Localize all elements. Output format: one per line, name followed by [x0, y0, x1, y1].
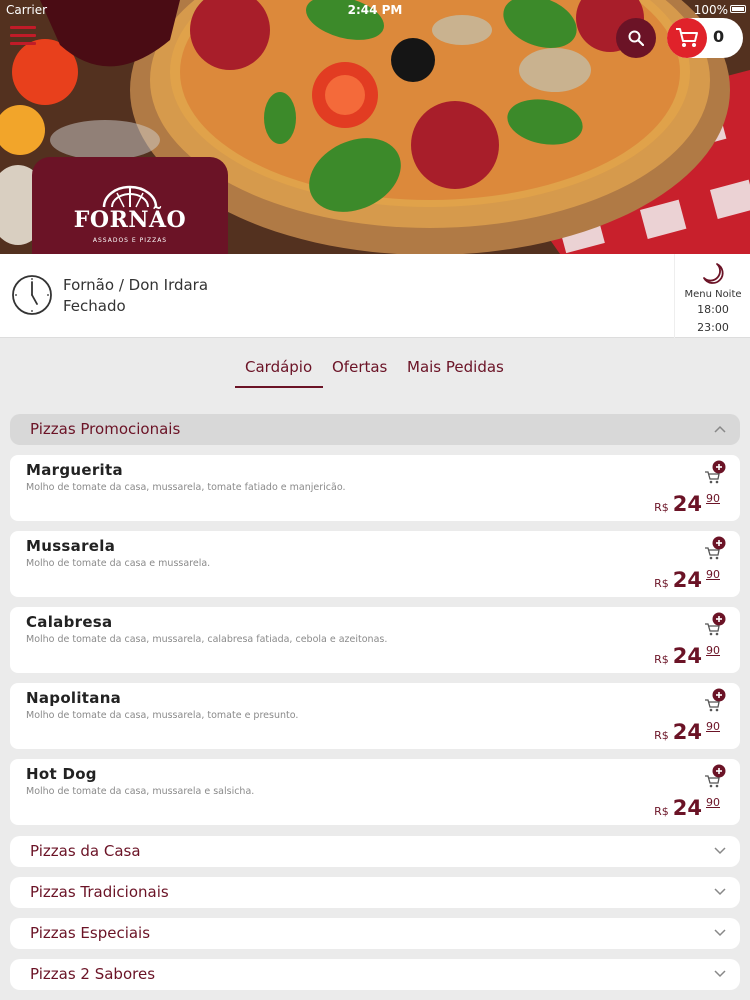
menu-label: Menu Noite — [684, 289, 742, 300]
category-pizzas-promocionais[interactable]: Pizzas Promocionais — [10, 414, 740, 445]
add-to-cart-icon[interactable] — [704, 764, 726, 788]
tab-mais-pedidas[interactable]: Mais Pedidas — [407, 358, 504, 376]
price-cents: 90 — [706, 492, 720, 505]
moon-icon — [703, 263, 724, 284]
product-price: R$ 24 90 — [654, 644, 720, 668]
price-integer: 24 — [672, 796, 702, 820]
category-label: Pizzas 2 Sabores — [30, 965, 156, 983]
add-to-cart-icon[interactable] — [704, 536, 726, 560]
product-description: Molho de tomate da casa, mussarela, toma… — [26, 482, 346, 493]
store-info-bar: Fornão / Don Irdara Fechado Menu Noite 1… — [0, 254, 750, 338]
product-card[interactable]: Napolitana Molho de tomate da casa, muss… — [10, 683, 740, 749]
category-label: Pizzas Tradicionais — [30, 883, 169, 901]
product-description: Molho de tomate da casa, mussarela e sal… — [26, 786, 255, 797]
category-pizzas-2-sabores[interactable]: Pizzas 2 Sabores — [10, 959, 740, 990]
category-label: Pizzas Especiais — [30, 924, 151, 942]
product-name: Calabresa — [26, 613, 113, 631]
price-integer: 24 — [672, 720, 702, 744]
clock-time: 2:44 PM — [347, 3, 403, 17]
search-icon — [628, 30, 644, 46]
chevron-down-icon — [714, 929, 726, 937]
store-status: Fechado — [63, 297, 126, 315]
product-name: Marguerita — [26, 461, 123, 479]
open-time: 18:00 — [697, 303, 729, 316]
cart-icon — [676, 28, 698, 47]
pizza-slice-icon — [102, 185, 158, 208]
add-to-cart-icon[interactable] — [704, 460, 726, 484]
price-cents: 90 — [706, 568, 720, 581]
add-to-cart-icon[interactable] — [704, 688, 726, 712]
status-bar: Carrier 2:44 PM 100% — [0, 0, 750, 20]
logo-name: FORNÃO — [73, 207, 187, 233]
hero-banner: Carrier 2:44 PM 100% 0 FORNÃO ASSADOS E … — [0, 0, 750, 254]
brand-logo: FORNÃO ASSADOS E PIZZAS — [32, 157, 228, 254]
battery-icon — [730, 5, 746, 13]
price-integer: 24 — [672, 568, 702, 592]
chevron-down-icon — [714, 847, 726, 855]
price-integer: 24 — [672, 644, 702, 668]
chevron-down-icon — [714, 888, 726, 896]
product-description: Molho de tomate da casa, mussarela, toma… — [26, 710, 299, 721]
logo-subtitle: ASSADOS E PIZZAS — [92, 237, 168, 244]
category-pizzas-da-casa[interactable]: Pizzas da Casa — [10, 836, 740, 867]
product-price: R$ 24 90 — [654, 796, 720, 820]
category-label: Pizzas Promocionais — [30, 420, 181, 438]
category-label: Pizzas da Casa — [30, 842, 141, 860]
clock-icon — [12, 275, 52, 315]
add-to-cart-icon[interactable] — [704, 612, 726, 636]
close-time: 23:00 — [697, 321, 729, 334]
product-description: Molho de tomate da casa, mussarela, cala… — [26, 634, 388, 645]
product-price: R$ 24 90 — [654, 720, 720, 744]
cart-count: 0 — [713, 27, 725, 46]
chevron-up-icon — [714, 425, 726, 433]
price-currency: R$ — [654, 805, 669, 818]
product-card[interactable]: Hot Dog Molho de tomate da casa, mussare… — [10, 759, 740, 825]
price-cents: 90 — [706, 644, 720, 657]
category-pizzas-especiais[interactable]: Pizzas Especiais — [10, 918, 740, 949]
product-description: Molho de tomate da casa e mussarela. — [26, 558, 211, 569]
price-cents: 90 — [706, 796, 720, 809]
cart-button[interactable]: 0 — [667, 18, 743, 58]
price-integer: 24 — [672, 492, 702, 516]
menu-schedule: Menu Noite 18:00 23:00 — [674, 254, 750, 338]
product-name: Hot Dog — [26, 765, 97, 783]
tab-ofertas[interactable]: Ofertas — [332, 358, 387, 376]
battery-label: 100% — [693, 3, 728, 17]
store-name: Fornão / Don Irdara — [63, 276, 209, 294]
cart-circle — [667, 18, 707, 58]
price-currency: R$ — [654, 653, 669, 666]
price-currency: R$ — [654, 729, 669, 742]
hamburger-icon[interactable] — [10, 26, 38, 48]
product-name: Napolitana — [26, 689, 122, 707]
menu-tabs: Cardápio Ofertas Mais Pedidas — [0, 338, 750, 392]
price-currency: R$ — [654, 577, 669, 590]
product-card[interactable]: Calabresa Molho de tomate da casa, mussa… — [10, 607, 740, 673]
search-button[interactable] — [616, 18, 656, 58]
chevron-down-icon — [714, 970, 726, 978]
price-cents: 90 — [706, 720, 720, 733]
category-pizzas-tradicionais[interactable]: Pizzas Tradicionais — [10, 877, 740, 908]
tab-cardapio[interactable]: Cardápio — [245, 358, 312, 376]
product-card[interactable]: Marguerita Molho de tomate da casa, muss… — [10, 455, 740, 521]
product-name: Mussarela — [26, 537, 116, 555]
product-card[interactable]: Mussarela Molho de tomate da casa e muss… — [10, 531, 740, 597]
product-price: R$ 24 90 — [654, 568, 720, 592]
price-currency: R$ — [654, 501, 669, 514]
active-tab-indicator — [235, 386, 323, 388]
product-price: R$ 24 90 — [654, 492, 720, 516]
